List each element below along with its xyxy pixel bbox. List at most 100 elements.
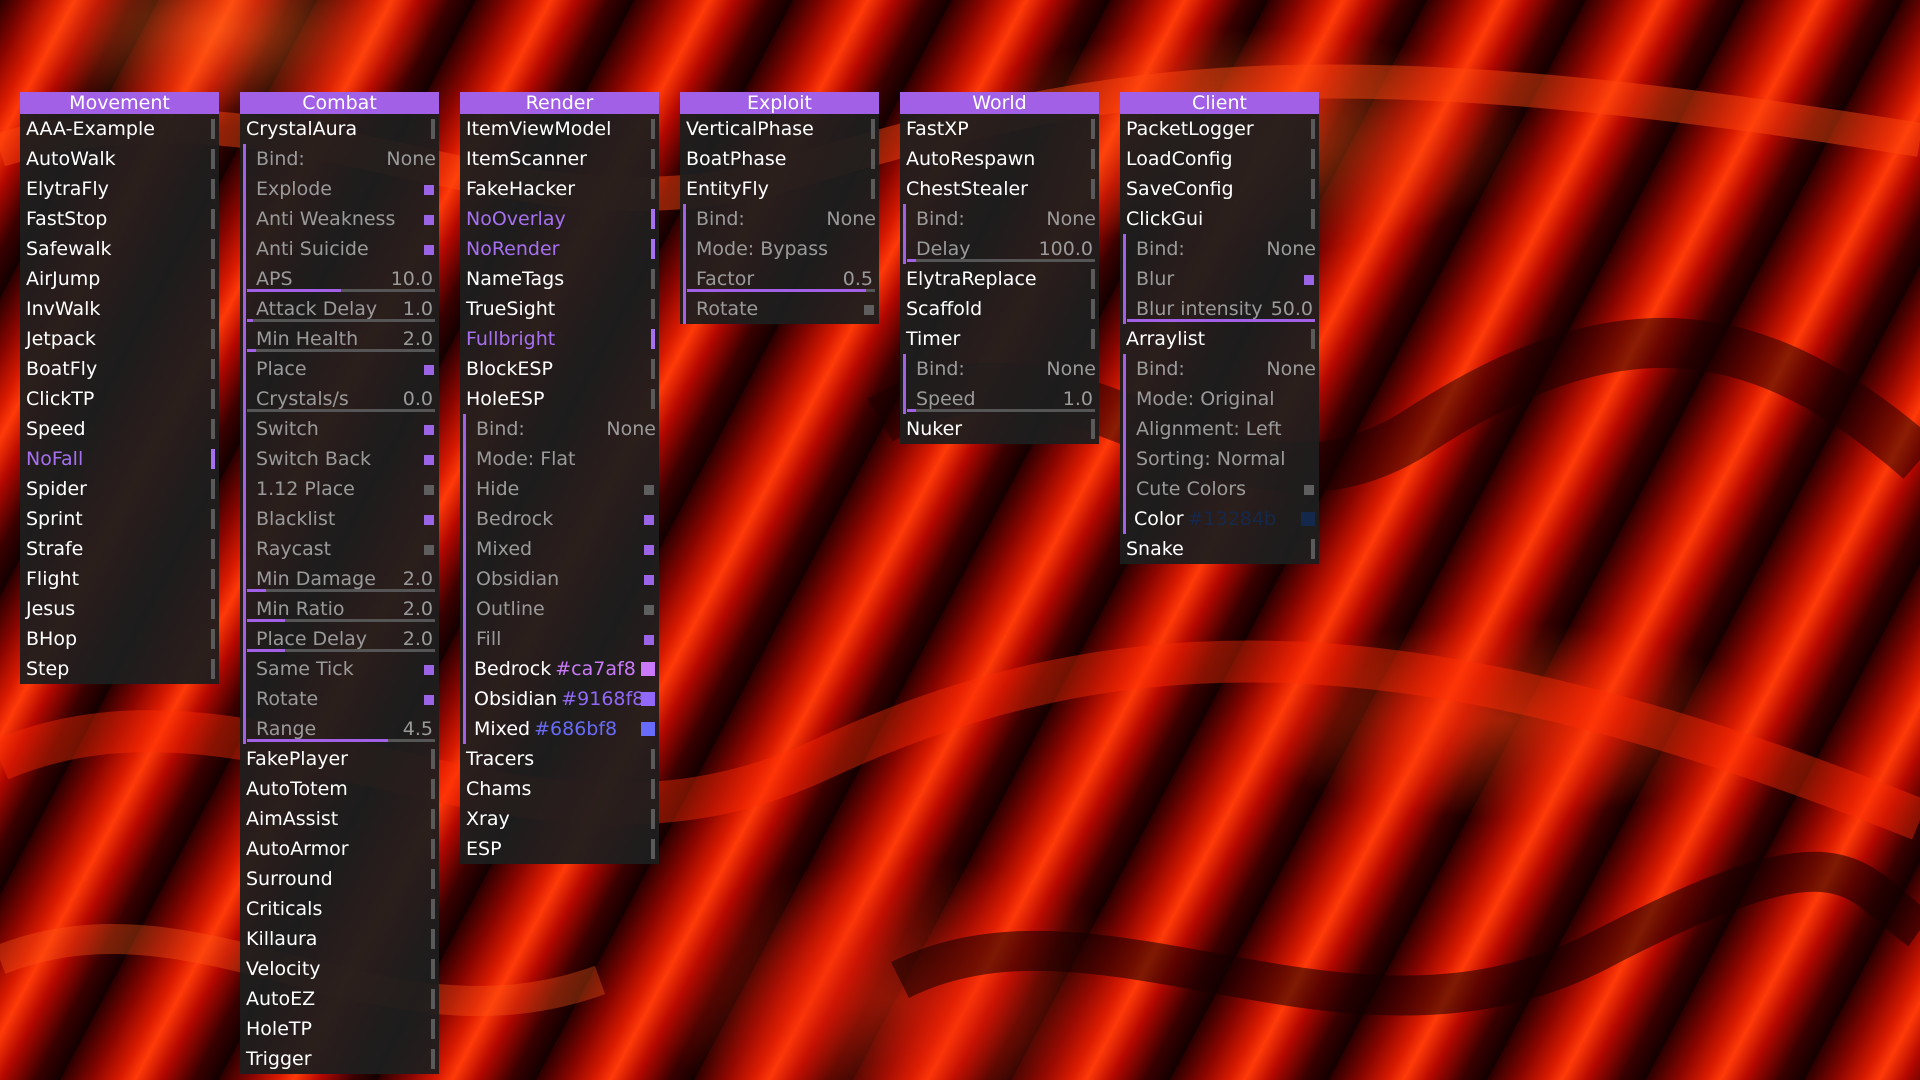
module-crystalaura[interactable]: CrystalAura <box>240 114 439 144</box>
movement-header[interactable]: Movement <box>20 92 219 114</box>
module-jetpack[interactable]: Jetpack <box>20 324 219 354</box>
slider-track[interactable] <box>247 589 435 592</box>
checkbox[interactable] <box>644 635 654 645</box>
setting-blur[interactable]: Blur <box>1120 264 1319 294</box>
module-entityfly[interactable]: EntityFly <box>680 174 879 204</box>
module-airjump[interactable]: AirJump <box>20 264 219 294</box>
module-velocity[interactable]: Velocity <box>240 954 439 984</box>
module-sprint[interactable]: Sprint <box>20 504 219 534</box>
combat-header[interactable]: Combat <box>240 92 439 114</box>
module-cheststealer[interactable]: ChestStealer <box>900 174 1099 204</box>
slider-blur-intensity[interactable]: Blur intensity 50.0 <box>1120 294 1319 324</box>
setting-mode[interactable]: Mode: Flat <box>460 444 659 474</box>
slider-min-health[interactable]: Min Health 2.0 <box>240 324 439 354</box>
color-obsidian[interactable]: Obsidian #9168f8 <box>460 684 659 714</box>
module-fakehacker[interactable]: FakeHacker <box>460 174 659 204</box>
setting-bind[interactable]: Bind: None <box>460 414 659 444</box>
color-arraylist[interactable]: Color #13284b <box>1120 504 1319 534</box>
slider-track[interactable] <box>247 289 435 292</box>
slider-crystals-per-sec[interactable]: Crystals/s 0.0 <box>240 384 439 414</box>
setting-fill[interactable]: Fill <box>460 624 659 654</box>
module-step[interactable]: Step <box>20 654 219 684</box>
setting-mode[interactable]: Mode: Original <box>1120 384 1319 414</box>
checkbox[interactable] <box>1304 275 1314 285</box>
checkbox[interactable] <box>864 305 874 315</box>
module-autototem[interactable]: AutoTotem <box>240 774 439 804</box>
setting-sorting[interactable]: Sorting: Normal <box>1120 444 1319 474</box>
checkbox[interactable] <box>644 515 654 525</box>
module-autoez[interactable]: AutoEZ <box>240 984 439 1014</box>
module-fastxp[interactable]: FastXP <box>900 114 1099 144</box>
setting-bind[interactable]: Bind: None <box>680 204 879 234</box>
render-header[interactable]: Render <box>460 92 659 114</box>
module-clickgui[interactable]: ClickGui <box>1120 204 1319 234</box>
module-aimassist[interactable]: AimAssist <box>240 804 439 834</box>
module-autorespawn[interactable]: AutoRespawn <box>900 144 1099 174</box>
slider-track[interactable] <box>247 319 435 322</box>
module-trigger[interactable]: Trigger <box>240 1044 439 1074</box>
setting-hide[interactable]: Hide <box>460 474 659 504</box>
module-nooverlay[interactable]: NoOverlay <box>460 204 659 234</box>
setting-raycast[interactable]: Raycast <box>240 534 439 564</box>
setting-bind[interactable]: Bind: None <box>1120 234 1319 264</box>
checkbox[interactable] <box>644 575 654 585</box>
module-flight[interactable]: Flight <box>20 564 219 594</box>
checkbox[interactable] <box>424 515 434 525</box>
color-bedrock[interactable]: Bedrock #ca7af8 <box>460 654 659 684</box>
module-verticalphase[interactable]: VerticalPhase <box>680 114 879 144</box>
setting-same-tick[interactable]: Same Tick <box>240 654 439 684</box>
color-mixed[interactable]: Mixed #686bf8 <box>460 714 659 744</box>
setting-bind[interactable]: Bind: None <box>1120 354 1319 384</box>
module-speed[interactable]: Speed <box>20 414 219 444</box>
setting-outline[interactable]: Outline <box>460 594 659 624</box>
setting-bind[interactable]: Bind: None <box>900 354 1099 384</box>
checkbox[interactable] <box>424 455 434 465</box>
slider-min-ratio[interactable]: Min Ratio 2.0 <box>240 594 439 624</box>
module-truesight[interactable]: TrueSight <box>460 294 659 324</box>
setting-rotate[interactable]: Rotate <box>240 684 439 714</box>
setting-alignment[interactable]: Alignment: Left <box>1120 414 1319 444</box>
module-autowalk[interactable]: AutoWalk <box>20 144 219 174</box>
module-criticals[interactable]: Criticals <box>240 894 439 924</box>
client-header[interactable]: Client <box>1120 92 1319 114</box>
module-fullbright[interactable]: Fullbright <box>460 324 659 354</box>
module-scaffold[interactable]: Scaffold <box>900 294 1099 324</box>
setting-anti-weakness[interactable]: Anti Weakness <box>240 204 439 234</box>
setting-switch-back[interactable]: Switch Back <box>240 444 439 474</box>
setting-bind[interactable]: Bind: None <box>900 204 1099 234</box>
setting-112-place[interactable]: 1.12 Place <box>240 474 439 504</box>
slider-track[interactable] <box>247 739 435 742</box>
color-swatch[interactable] <box>641 692 655 706</box>
module-chams[interactable]: Chams <box>460 774 659 804</box>
setting-explode[interactable]: Explode <box>240 174 439 204</box>
module-invwalk[interactable]: InvWalk <box>20 294 219 324</box>
setting-cute-colors[interactable]: Cute Colors <box>1120 474 1319 504</box>
checkbox[interactable] <box>424 215 434 225</box>
slider-track[interactable] <box>1127 319 1315 322</box>
checkbox[interactable] <box>1304 485 1314 495</box>
slider-delay[interactable]: Delay 100.0 <box>900 234 1099 264</box>
module-boatfly[interactable]: BoatFly <box>20 354 219 384</box>
slider-min-damage[interactable]: Min Damage 2.0 <box>240 564 439 594</box>
slider-aps[interactable]: APS 10.0 <box>240 264 439 294</box>
module-timer[interactable]: Timer <box>900 324 1099 354</box>
module-esp[interactable]: ESP <box>460 834 659 864</box>
checkbox[interactable] <box>424 365 434 375</box>
module-xray[interactable]: Xray <box>460 804 659 834</box>
module-loadconfig[interactable]: LoadConfig <box>1120 144 1319 174</box>
slider-track[interactable] <box>247 409 435 412</box>
setting-switch[interactable]: Switch <box>240 414 439 444</box>
world-header[interactable]: World <box>900 92 1099 114</box>
module-packetlogger[interactable]: PacketLogger <box>1120 114 1319 144</box>
module-faststop[interactable]: FastStop <box>20 204 219 234</box>
module-nuker[interactable]: Nuker <box>900 414 1099 444</box>
module-snake[interactable]: Snake <box>1120 534 1319 564</box>
setting-place[interactable]: Place <box>240 354 439 384</box>
checkbox[interactable] <box>424 485 434 495</box>
checkbox[interactable] <box>644 545 654 555</box>
slider-track[interactable] <box>247 349 435 352</box>
setting-blacklist[interactable]: Blacklist <box>240 504 439 534</box>
module-tracers[interactable]: Tracers <box>460 744 659 774</box>
setting-obsidian[interactable]: Obsidian <box>460 564 659 594</box>
module-nametags[interactable]: NameTags <box>460 264 659 294</box>
